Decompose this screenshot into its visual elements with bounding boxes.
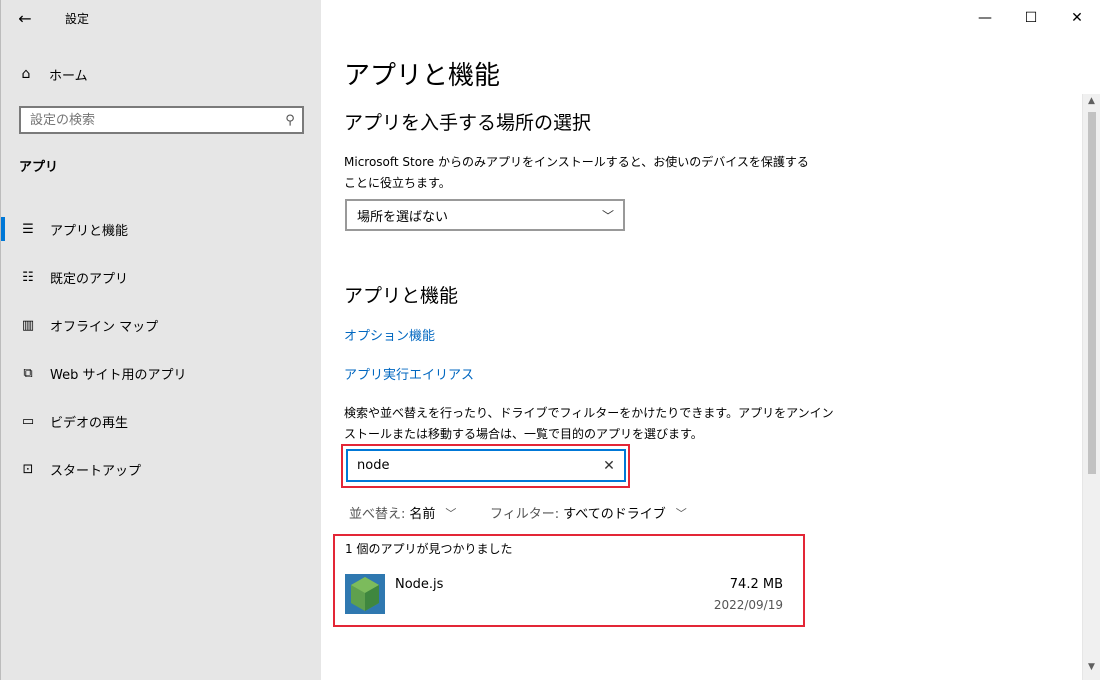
maximize-icon: ☐ [1024, 10, 1038, 26]
apps-for-websites-icon: ⧉ [23, 365, 33, 381]
filter-label: フィルター: [490, 507, 560, 522]
maximize-button[interactable]: ☐ [1008, 0, 1054, 36]
sort-label: 並べ替え: [349, 507, 406, 522]
minimize-button[interactable]: — [962, 0, 1008, 36]
sidebar-section-title: アプリ [19, 160, 59, 175]
home-link[interactable]: ⌂ ホーム [17, 62, 88, 86]
scroll-thumb[interactable] [1088, 112, 1096, 474]
close-button[interactable]: ✕ [1054, 0, 1100, 36]
back-arrow-icon: ← [18, 8, 32, 28]
close-icon: ✕ [1071, 10, 1083, 26]
startup-icon: ⊡ [22, 461, 34, 477]
scroll-down-icon[interactable]: ▼ [1083, 662, 1100, 678]
minimize-icon: — [978, 10, 992, 26]
window-title: 設定 [65, 11, 90, 26]
sidebar-item-offline-maps[interactable]: ▥ オフライン マップ [1, 301, 322, 349]
nodejs-app-icon [345, 574, 385, 614]
chevron-down-icon: ﹀ [675, 506, 687, 520]
install-description: Microsoft Store からのみアプリをインストールすると、お使いのデバ… [344, 152, 809, 194]
install-section-title: アプリを入手する場所の選択 [344, 112, 592, 134]
sidebar-item-label: 既定のアプリ [50, 271, 129, 287]
apps-description-line: 検索や並べ替えを行ったり、ドライブでフィルターをかけたりできます。アプリをアンイ… [344, 406, 834, 420]
default-apps-icon: ☷ [22, 269, 34, 285]
chevron-down-icon: ﹀ [445, 506, 457, 520]
sidebar-item-label: スタートアップ [50, 463, 142, 479]
back-button[interactable]: ← [1, 0, 49, 36]
app-install-date: 2022/09/19 [713, 598, 783, 612]
titlebar-left: ← 設定 [1, 0, 322, 36]
app-name: Node.js [395, 577, 444, 592]
search-icon[interactable]: ⚲ [278, 113, 302, 128]
install-source-dropdown[interactable]: 場所を選ばない ﹀ [345, 199, 625, 231]
install-description-line: ことに役立ちます。 [344, 176, 451, 190]
apps-description: 検索や並べ替えを行ったり、ドライブでフィルターをかけたりできます。アプリをアンイ… [344, 403, 834, 445]
home-label: ホーム [49, 68, 88, 84]
results-count: 1 個のアプリが見つかりました [345, 542, 513, 556]
apps-description-line: ストールまたは移動する場合は、一覧で目的のアプリを選びます。 [344, 427, 703, 441]
home-icon: ⌂ [21, 66, 31, 82]
sort-value: 名前 [409, 507, 436, 522]
sidebar-item-label: ビデオの再生 [50, 415, 129, 431]
apps-features-icon: ☰ [22, 221, 34, 237]
sidebar-item-default-apps[interactable]: ☷ 既定のアプリ [1, 253, 322, 301]
apps-section-title: アプリと機能 [344, 285, 459, 307]
sidebar-item-startup[interactable]: ⊡ スタートアップ [1, 445, 322, 493]
window-controls: — ☐ ✕ [962, 0, 1100, 36]
sidebar-item-apps-for-websites[interactable]: ⧉ Web サイト用のアプリ [1, 349, 322, 397]
app-execution-alias-link[interactable]: アプリ実行エイリアス [344, 364, 474, 383]
sidebar-item-label: オフライン マップ [50, 319, 159, 335]
sidebar-item-video-playback[interactable]: ▭ ビデオの再生 [1, 397, 322, 445]
app-search-input[interactable] [348, 457, 594, 474]
filter-value: すべてのドライブ [563, 507, 666, 522]
dropdown-value: 場所を選ばない [357, 209, 449, 225]
sort-control[interactable]: 並べ替え: 名前 ﹀ [349, 503, 457, 523]
sidebar-item-apps-features[interactable]: ☰ アプリと機能 [1, 205, 322, 253]
app-size: 74.2 MB [729, 577, 783, 592]
clear-icon[interactable]: ✕ [594, 458, 624, 474]
chevron-down-icon: ﹀ [601, 208, 614, 223]
settings-search-box[interactable]: ⚲ [19, 106, 304, 134]
sidebar-item-label: Web サイト用のアプリ [50, 367, 187, 383]
page-title: アプリと機能 [344, 61, 501, 91]
sidebar-item-label: アプリと機能 [50, 223, 129, 239]
install-description-line: Microsoft Store からのみアプリをインストールすると、お使いのデバ… [344, 155, 809, 169]
sidebar-nav: ☰ アプリと機能 ☷ 既定のアプリ ▥ オフライン マップ ⧉ Web サイト用… [1, 205, 322, 493]
app-list-item[interactable]: Node.js 74.2 MB 2022/09/19 [345, 572, 785, 614]
video-playback-icon: ▭ [21, 413, 35, 429]
filter-control[interactable]: フィルター: すべてのドライブ ﹀ [490, 503, 687, 523]
offline-maps-icon: ▥ [21, 317, 35, 333]
vertical-scrollbar[interactable]: ▲ ▼ [1082, 94, 1100, 680]
optional-features-link[interactable]: オプション機能 [344, 325, 435, 344]
scroll-up-icon[interactable]: ▲ [1083, 96, 1100, 112]
app-search-box[interactable]: ✕ [346, 449, 626, 482]
settings-search-input[interactable] [21, 111, 278, 129]
sidebar: ← 設定 ⌂ ホーム ⚲ アプリ ☰ アプリと機能 ☷ 既定のアプリ ▥ オフラ… [0, 0, 321, 680]
